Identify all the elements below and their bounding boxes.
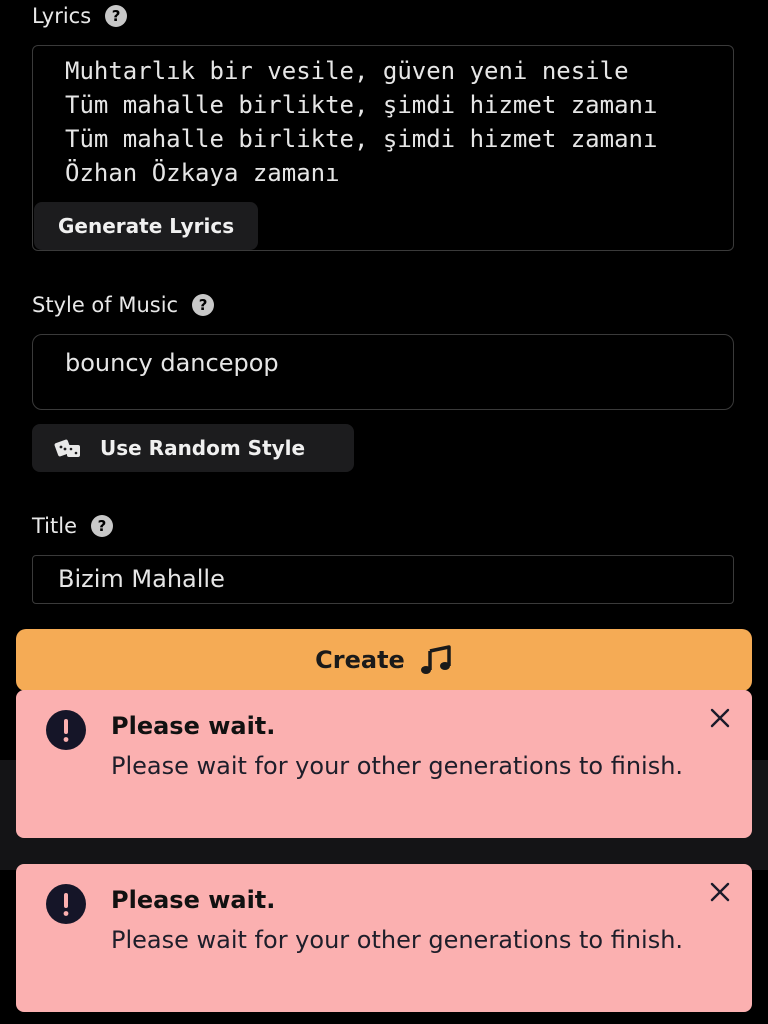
title-label: Title (32, 514, 78, 538)
create-label: Create (315, 646, 405, 674)
toast-title: Please wait. (111, 712, 276, 740)
exclamation-icon (46, 710, 86, 750)
close-icon (710, 882, 730, 902)
style-value[interactable]: bouncy dancepop (65, 349, 279, 377)
title-value[interactable]: Bizim Mahalle (58, 565, 225, 593)
help-icon[interactable]: ? (91, 515, 114, 537)
toast-message: Please wait for your other generations t… (111, 926, 684, 954)
use-random-style-label: Use Random Style (100, 436, 306, 460)
use-random-style-button[interactable]: Use Random Style (32, 424, 354, 472)
close-button[interactable] (706, 704, 734, 732)
toast-notification: Please wait. Please wait for your other … (16, 864, 752, 1012)
music-note-icon (420, 645, 451, 674)
lyrics-label-row: Lyrics ? (32, 4, 128, 28)
create-button[interactable]: Create (16, 629, 752, 691)
title-label-row: Title ? (32, 514, 114, 538)
style-input[interactable]: bouncy dancepop (32, 334, 734, 410)
exclamation-icon (46, 884, 86, 924)
lyrics-label: Lyrics (32, 4, 92, 28)
lyrics-text[interactable]: Muhtarlık bir vesile, güven yeni nesile … (65, 54, 657, 190)
toast-notification: Please wait. Please wait for your other … (16, 690, 752, 838)
help-icon[interactable]: ? (105, 5, 128, 27)
title-input[interactable]: Bizim Mahalle (32, 555, 734, 604)
style-label-row: Style of Music ? (32, 293, 215, 317)
style-label: Style of Music (32, 293, 179, 317)
toast-message: Please wait for your other generations t… (111, 752, 684, 780)
generate-lyrics-button[interactable]: Generate Lyrics (34, 202, 259, 250)
help-icon[interactable]: ? (192, 294, 215, 316)
close-icon (710, 708, 730, 728)
lyrics-textarea[interactable]: Muhtarlık bir vesile, güven yeni nesile … (32, 45, 734, 251)
dice-icon (54, 439, 80, 457)
toast-title: Please wait. (111, 886, 276, 914)
song-create-form: Lyrics ? Muhtarlık bir vesile, güven yen… (0, 0, 768, 1024)
close-button[interactable] (706, 878, 734, 906)
